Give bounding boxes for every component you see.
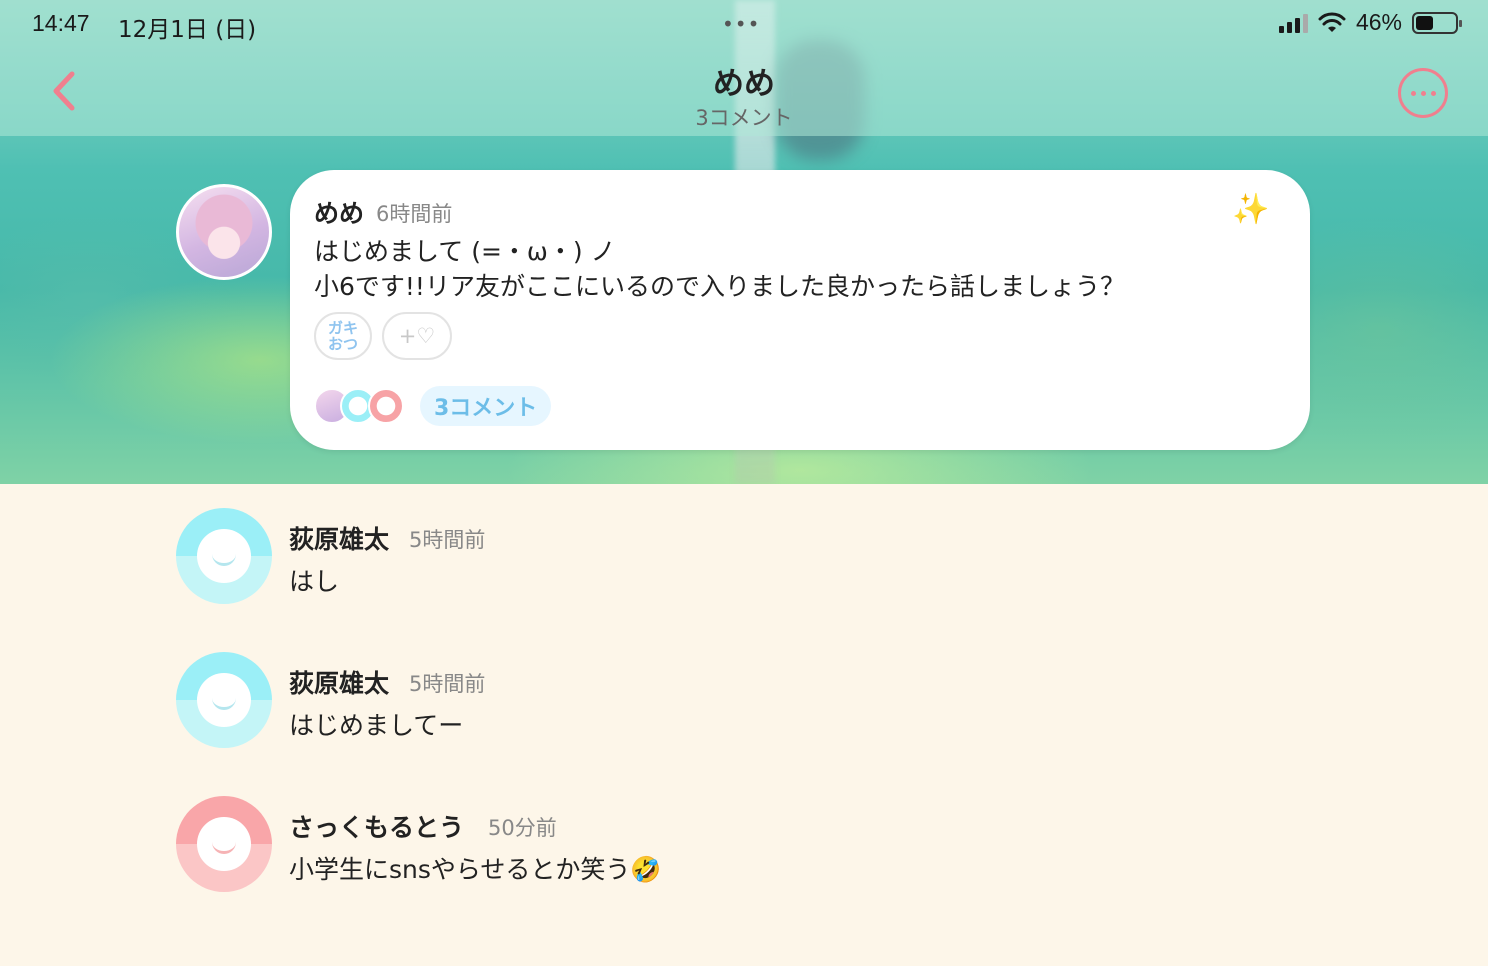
post-card: めめ 6時間前 ✨ はじめまして (=・ω・) ノ 小6です!!リア友がここにい… [290, 170, 1310, 450]
commenter-avatar [368, 388, 404, 424]
commenter-avatars[interactable] [314, 384, 410, 428]
reaction-stamp-button[interactable]: ガキ おつ [314, 312, 372, 360]
status-indicators: 46% [1278, 9, 1462, 36]
status-date: 12月1日 (日) [118, 17, 257, 43]
comment-avatar[interactable] [176, 652, 272, 748]
reaction-stamp-label: ガキ おつ [327, 319, 358, 353]
battery-icon [1412, 11, 1462, 34]
comment-timestamp: 50分前 [488, 816, 557, 840]
post-author-name[interactable]: めめ [314, 194, 364, 230]
add-reaction-button[interactable]: +♡ [382, 312, 452, 360]
page-subtitle: 3コメント [695, 106, 793, 130]
face-icon [197, 817, 251, 871]
comment-count-button[interactable]: 3コメント [420, 386, 552, 426]
post-timestamp: 6時間前 [376, 202, 453, 226]
face-icon [197, 529, 251, 583]
wifi-icon [1318, 12, 1346, 32]
comment-item: さっくもるとう 50分前 小学生にsnsやらせるとか笑う🤣 [176, 796, 1276, 896]
multitasking-dots[interactable]: ••• [722, 12, 760, 36]
post-body: はじめまして (=・ω・) ノ 小6です!!リア友がここにいるので入りました良か… [314, 237, 1125, 301]
more-options-button[interactable] [1398, 68, 1448, 118]
comment-text: はし [289, 567, 340, 596]
comment-text: 小学生にsnsやらせるとか笑う🤣 [289, 855, 662, 884]
comment-avatar[interactable] [176, 508, 272, 604]
battery-percent: 46% [1355, 9, 1402, 35]
status-time: 14:47 [32, 10, 90, 36]
sparkle-icon[interactable]: ✨ [1232, 192, 1269, 227]
comment-text: はじめましてー [289, 711, 464, 740]
comment-item: 荻原雄太 5時間前 はし [176, 508, 1276, 608]
comment-avatar[interactable] [176, 796, 272, 892]
comment-timestamp: 5時間前 [409, 528, 486, 552]
ellipsis-icon [1410, 90, 1416, 96]
comment-author[interactable]: 荻原雄太 [289, 664, 389, 700]
comment-author[interactable]: 荻原雄太 [289, 520, 389, 556]
cellular-signal-icon [1278, 13, 1308, 33]
face-icon [197, 673, 251, 727]
comment-author[interactable]: さっくもるとう [289, 808, 464, 844]
comment-timestamp: 5時間前 [409, 672, 486, 696]
post-author-avatar[interactable] [176, 184, 272, 280]
add-heart-icon: +♡ [398, 324, 436, 348]
page-title: めめ [713, 66, 775, 102]
comment-item: 荻原雄太 5時間前 はじめましてー [176, 652, 1276, 752]
